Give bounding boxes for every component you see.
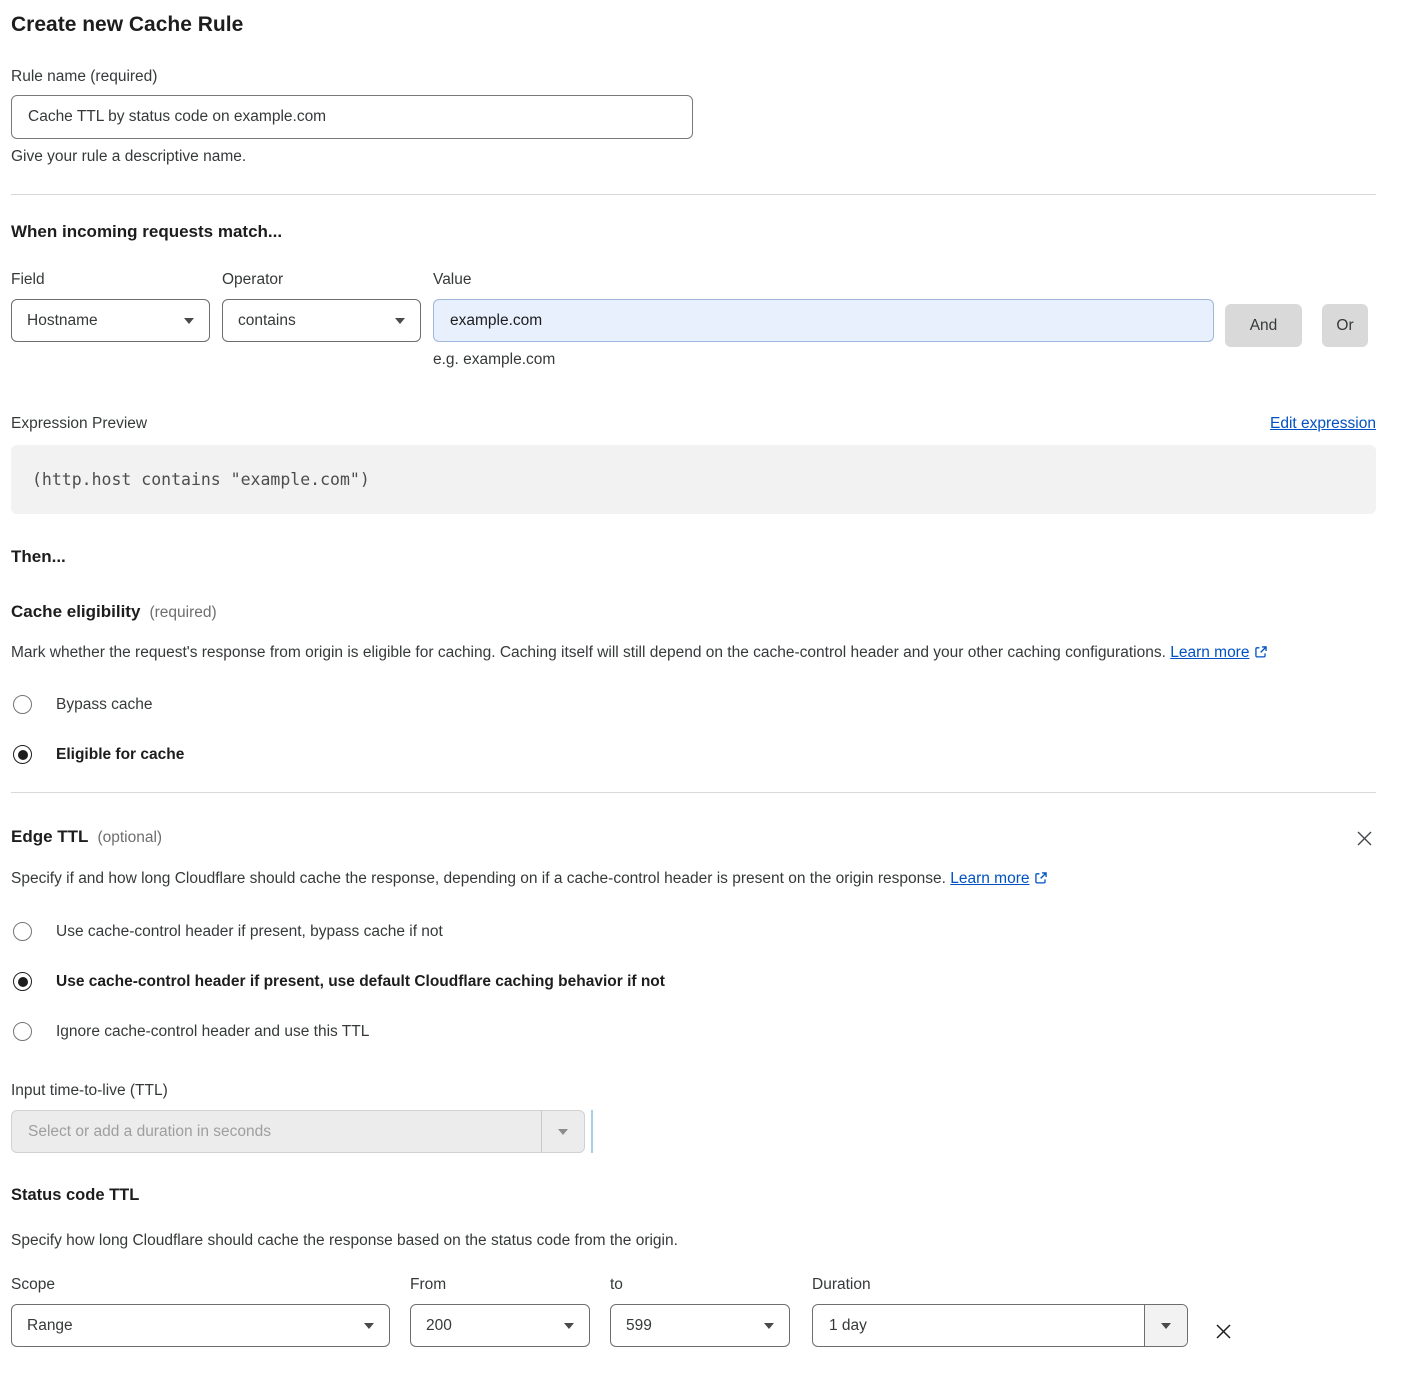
duration-label: Duration <box>812 1276 1188 1294</box>
match-expression-row: Field Hostname Operator contains Value e… <box>11 271 1376 369</box>
scope-select[interactable]: Range <box>11 1304 390 1347</box>
cache-eligibility-options: Bypass cache Eligible for cache <box>11 695 1376 764</box>
radio-label: Use cache-control header if present, byp… <box>56 923 443 941</box>
ttl-duration-select[interactable]: Select or add a duration in seconds <box>11 1110 585 1153</box>
rule-name-label: Rule name (required) <box>11 68 1376 86</box>
value-help: e.g. example.com <box>433 351 1214 369</box>
operator-label: Operator <box>222 271 421 289</box>
radio-unchecked-icon <box>13 1022 32 1041</box>
focus-indicator-bar <box>591 1110 593 1153</box>
ttl-input-label: Input time-to-live (TTL) <box>11 1082 1376 1100</box>
edge-ttl-description-text: Specify if and how long Cloudflare shoul… <box>11 870 946 887</box>
edge-ttl-header: Edge TTL (optional) <box>11 827 1376 850</box>
or-button[interactable]: Or <box>1322 304 1368 347</box>
radio-checked-icon <box>13 745 32 764</box>
radio-cache-control-default[interactable]: Use cache-control header if present, use… <box>11 972 1376 991</box>
operator-select[interactable]: contains <box>222 299 421 342</box>
scope-select-value: Range <box>27 1317 73 1335</box>
ttl-input-row: Select or add a duration in seconds <box>11 1110 1376 1153</box>
and-button[interactable]: And <box>1225 304 1302 347</box>
close-icon <box>1213 1321 1234 1342</box>
field-label: Field <box>11 271 210 289</box>
chevron-down-icon <box>395 318 405 324</box>
create-cache-rule-form: Create new Cache Rule Rule name (require… <box>0 0 1412 1377</box>
chevron-down-icon <box>364 1323 374 1329</box>
cache-eligibility-heading: Cache eligibility <box>11 602 140 622</box>
value-label: Value <box>433 271 1214 289</box>
edge-ttl-heading: Edge TTL <box>11 827 88 847</box>
cache-eligibility-description: Mark whether the request's response from… <box>11 639 1356 667</box>
status-code-ttl-row: Scope Range From 200 to 599 Duration 1 d… <box>11 1276 1376 1347</box>
duration-dropdown-button[interactable] <box>1144 1305 1187 1346</box>
chevron-down-icon <box>564 1323 574 1329</box>
optional-tag: (optional) <box>97 829 162 847</box>
edge-ttl-options: Use cache-control header if present, byp… <box>11 922 1376 1041</box>
close-icon <box>1355 829 1374 848</box>
expression-preview-label: Expression Preview <box>11 415 147 433</box>
then-heading: Then... <box>11 547 1376 567</box>
field-select[interactable]: Hostname <box>11 299 210 342</box>
radio-label: Bypass cache <box>56 696 153 714</box>
field-select-value: Hostname <box>27 312 98 330</box>
edge-learn-more-link[interactable]: Learn more <box>950 870 1029 887</box>
external-link-icon <box>1254 645 1268 659</box>
cache-learn-more-link[interactable]: Learn more <box>1170 644 1249 661</box>
ttl-duration-placeholder: Select or add a duration in seconds <box>12 1111 541 1152</box>
from-select[interactable]: 200 <box>410 1304 590 1347</box>
edit-expression-link[interactable]: Edit expression <box>1270 415 1376 433</box>
radio-label: Use cache-control header if present, use… <box>56 973 665 991</box>
section-divider <box>11 792 1376 793</box>
to-select-value: 599 <box>626 1317 652 1335</box>
to-select[interactable]: 599 <box>610 1304 790 1347</box>
page-title: Create new Cache Rule <box>11 13 1376 37</box>
remove-status-ttl-row-button[interactable] <box>1211 1319 1236 1344</box>
status-code-ttl-heading: Status code TTL <box>11 1186 1376 1205</box>
radio-label: Ignore cache-control header and use this… <box>56 1023 369 1041</box>
chevron-down-icon <box>558 1129 568 1135</box>
cache-eligibility-description-text: Mark whether the request's response from… <box>11 644 1166 661</box>
radio-bypass-cache[interactable]: Bypass cache <box>11 695 1376 714</box>
operator-select-value: contains <box>238 312 296 330</box>
radio-unchecked-icon <box>13 695 32 714</box>
edge-ttl-description: Specify if and how long Cloudflare shoul… <box>11 865 1116 893</box>
match-heading: When incoming requests match... <box>11 222 1376 242</box>
expression-preview-header: Expression Preview Edit expression <box>11 415 1376 433</box>
radio-eligible-for-cache[interactable]: Eligible for cache <box>11 745 1376 764</box>
to-label: to <box>610 1276 790 1294</box>
chevron-down-icon <box>764 1323 774 1329</box>
from-label: From <box>410 1276 590 1294</box>
rule-name-help: Give your rule a descriptive name. <box>11 148 1376 166</box>
status-code-ttl-description: Specify how long Cloudflare should cache… <box>11 1227 1376 1255</box>
duration-select[interactable]: 1 day <box>812 1304 1188 1347</box>
radio-ignore-cache-control[interactable]: Ignore cache-control header and use this… <box>11 1022 1376 1041</box>
section-divider <box>11 194 1376 195</box>
radio-unchecked-icon <box>13 922 32 941</box>
duration-select-value: 1 day <box>813 1305 1144 1346</box>
radio-checked-icon <box>13 972 32 991</box>
scope-label: Scope <box>11 1276 390 1294</box>
value-input[interactable] <box>433 299 1214 342</box>
ttl-duration-dropdown-button[interactable] <box>541 1111 584 1152</box>
required-tag: (required) <box>149 604 216 622</box>
radio-label: Eligible for cache <box>56 746 184 764</box>
rule-name-input[interactable] <box>11 95 693 139</box>
from-select-value: 200 <box>426 1317 452 1335</box>
external-link-icon <box>1034 871 1048 885</box>
chevron-down-icon <box>184 318 194 324</box>
expression-preview-code: (http.host contains "example.com") <box>11 445 1376 514</box>
cache-eligibility-header: Cache eligibility (required) <box>11 602 1376 622</box>
chevron-down-icon <box>1161 1323 1171 1329</box>
radio-cache-control-bypass[interactable]: Use cache-control header if present, byp… <box>11 922 1376 941</box>
edge-ttl-close-button[interactable] <box>1353 827 1376 850</box>
